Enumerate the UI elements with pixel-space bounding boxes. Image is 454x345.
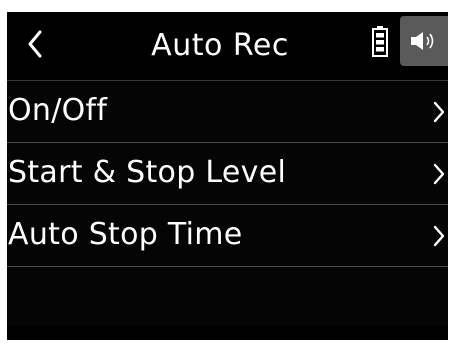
menu-item-label: On/Off	[8, 93, 108, 128]
bottom-bar	[7, 325, 448, 340]
menu-list: On/Off Start & Stop Level Auto Stop Time	[7, 81, 448, 328]
speaker-icon	[411, 32, 434, 50]
menu-item-on-off[interactable]: On/Off	[7, 81, 448, 143]
menu-item-auto-stop-time[interactable]: Auto Stop Time	[7, 205, 448, 267]
chevron-right-icon	[433, 225, 445, 247]
menu-item-label: Auto Stop Time	[8, 217, 243, 252]
menu-item-label: Start & Stop Level	[8, 155, 287, 190]
page-title: Auto Rec	[151, 28, 289, 63]
header-bar: Auto Rec	[7, 12, 448, 81]
device-screen: Auto Rec On/Off Start & Stop Level Auto …	[7, 12, 448, 340]
chevron-right-icon	[433, 163, 445, 185]
menu-item-start-stop-level[interactable]: Start & Stop Level	[7, 143, 448, 205]
back-chevron-icon[interactable]	[26, 29, 44, 59]
speaker-button[interactable]	[400, 16, 448, 66]
battery-icon	[372, 26, 388, 57]
chevron-right-icon	[433, 101, 445, 123]
empty-menu-row	[7, 267, 448, 328]
